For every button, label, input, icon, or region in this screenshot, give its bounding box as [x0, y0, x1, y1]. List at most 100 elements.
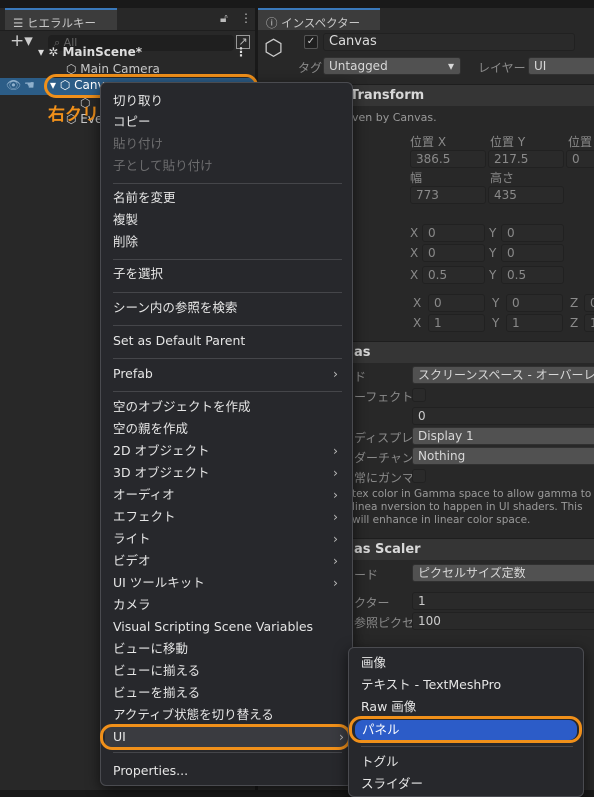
anchor-max-y[interactable]: 0	[501, 244, 564, 262]
menu-item: 貼り付け	[113, 134, 342, 154]
menu-item[interactable]: ライト ›	[113, 529, 342, 549]
menu-item[interactable]: ビューに移動	[113, 639, 342, 659]
menu-item[interactable]: Visual Scripting Scene Variables	[113, 617, 342, 637]
menu-separator	[361, 746, 573, 747]
lock-icon[interactable]: 🔓︎	[220, 11, 228, 26]
layer-value: UI	[534, 59, 547, 73]
menu-item[interactable]: 削除	[113, 232, 342, 252]
pos-z-field[interactable]: 0	[566, 150, 594, 168]
tag-dropdown[interactable]: Untagged ▾	[323, 57, 461, 75]
rotation-x-label: X	[413, 296, 422, 310]
rotation-y[interactable]: 0	[506, 294, 563, 312]
inspector-tab[interactable]: ⓘ インスペクター	[258, 8, 380, 30]
unity-scene-icon: ✲	[48, 45, 59, 59]
menu-item[interactable]: 空のオブジェクトを作成	[113, 397, 342, 417]
scale-mode-dropdown[interactable]: ピクセルサイズ定数	[412, 564, 594, 582]
pick-icon[interactable]: ☚	[24, 78, 35, 92]
menu-item[interactable]: Prefab ›	[113, 364, 342, 384]
menu-separator	[113, 325, 342, 326]
menu-item[interactable]: UI ツールキット ›	[113, 573, 342, 593]
ref-pixels-field[interactable]: 100	[412, 612, 594, 630]
scale-y[interactable]: 1	[506, 314, 563, 332]
chevron-right-icon: ›	[333, 465, 338, 480]
anchor-min-x[interactable]: 0	[422, 224, 485, 242]
chevron-right-icon: ›	[333, 366, 338, 381]
layer-label: レイヤー	[478, 61, 526, 75]
scale-x[interactable]: 1	[428, 314, 485, 332]
submenu-item[interactable]: 画像	[361, 653, 573, 673]
menu-item-label: Set as Default Parent	[113, 333, 246, 348]
pos-x-field[interactable]: 386.5	[410, 150, 486, 168]
anchor-min-y-label: Y	[489, 226, 497, 240]
anchor-min-y[interactable]: 0	[501, 224, 564, 242]
hierarchy-tab[interactable]: ☰ ヒエラルキー	[5, 8, 117, 30]
menu-item[interactable]: 3D オブジェクト ›	[113, 463, 342, 483]
menu-item[interactable]: 空の親を作成	[113, 419, 342, 439]
submenu-item[interactable]: スライダー	[361, 774, 573, 794]
width-field[interactable]: 773	[410, 186, 486, 204]
anchor-max-x-label: X	[410, 246, 419, 260]
render-mode-label: ド	[354, 370, 367, 384]
menu-item[interactable]: 子を選択	[113, 264, 342, 284]
sort-order-field[interactable]: 0	[412, 407, 594, 425]
chevron-right-icon: ›	[333, 531, 338, 546]
menu-item[interactable]: アクティブ状態を切り替える	[113, 705, 342, 725]
active-checkbox[interactable]: ✓	[304, 35, 318, 49]
pixel-perfect-label: ーフェクト	[354, 390, 414, 404]
menu-item-label: 3D オブジェクト	[113, 465, 210, 480]
rotation-z[interactable]: 0	[584, 294, 594, 312]
menu-item[interactable]: Properties...	[113, 761, 342, 781]
menu-item-label: 削除	[113, 234, 139, 249]
pixel-perfect-checkbox[interactable]	[412, 388, 426, 402]
menu-item[interactable]: 複製	[113, 210, 342, 230]
menu-item[interactable]: Set as Default Parent	[113, 331, 342, 351]
pivot-x[interactable]: 0.5	[422, 266, 485, 284]
render-mode-dropdown[interactable]: スクリーンスペース - オーバーレ	[412, 366, 594, 384]
menu-item: 子として貼り付け	[113, 156, 342, 176]
menu-item-label: シーン内の参照を検索	[113, 300, 238, 315]
scale-z[interactable]: 1	[584, 314, 594, 332]
submenu-item[interactable]: トグル	[361, 752, 573, 772]
menu-item[interactable]: 名前を変更	[113, 188, 342, 208]
ref-pixels-label: 参照ピクセル	[354, 616, 412, 630]
menu-item[interactable]: ビューに揃える	[113, 661, 342, 681]
more-icon[interactable]: ⋮	[240, 11, 252, 25]
menu-item[interactable]: ビューを揃える	[113, 683, 342, 703]
target-display-dropdown[interactable]: Display 1	[412, 427, 594, 445]
height-field[interactable]: 435	[488, 186, 564, 204]
scene-row[interactable]: ▾ ✲ MainScene* ⋮	[0, 45, 255, 62]
menu-item[interactable]: オーディオ ›	[113, 485, 342, 505]
menu-item[interactable]: カメラ	[113, 595, 342, 615]
chevron-right-icon: ›	[333, 443, 338, 458]
menu-item-label: 名前を変更	[113, 190, 176, 205]
section-title: Transform	[350, 88, 425, 103]
menu-item[interactable]: コピー	[113, 112, 342, 132]
chevron-right-icon: ›	[333, 553, 338, 568]
menu-item[interactable]: ビデオ ›	[113, 551, 342, 571]
anchor-max-x[interactable]: 0	[422, 244, 485, 262]
shader-channels-dropdown[interactable]: Nothing	[412, 447, 594, 465]
menu-separator	[113, 258, 342, 260]
ui-item-highlight-outline	[100, 724, 351, 750]
visibility-icon[interactable]: 👁︎	[6, 78, 21, 92]
menu-item[interactable]: 切り取り	[113, 91, 342, 111]
scale-factor-field[interactable]: 1	[412, 592, 594, 610]
object-name-input[interactable]: Canvas	[323, 33, 575, 51]
gamma-checkbox[interactable]	[412, 469, 426, 483]
scale-y-label: Y	[492, 316, 500, 330]
pivot-y[interactable]: 0.5	[501, 266, 564, 284]
layer-dropdown[interactable]: UI	[528, 57, 594, 75]
menu-item-label: カメラ	[113, 597, 151, 612]
pos-y-field[interactable]: 217.5	[488, 150, 564, 168]
pos-x-label: 位置 X	[410, 135, 447, 149]
submenu-item[interactable]: テキスト - TextMeshPro	[361, 675, 573, 695]
menu-separator	[113, 358, 342, 359]
menu-item-label: ライト	[113, 531, 151, 546]
submenu-item[interactable]: Raw 画像	[361, 697, 573, 717]
rotation-z-label: Z	[570, 296, 579, 310]
menu-item[interactable]: 2D オブジェクト ›	[113, 441, 342, 461]
menu-item[interactable]: エフェクト ›	[113, 507, 342, 527]
section-title: as	[354, 345, 371, 360]
menu-item[interactable]: シーン内の参照を検索	[113, 298, 342, 318]
rotation-x[interactable]: 0	[428, 294, 485, 312]
